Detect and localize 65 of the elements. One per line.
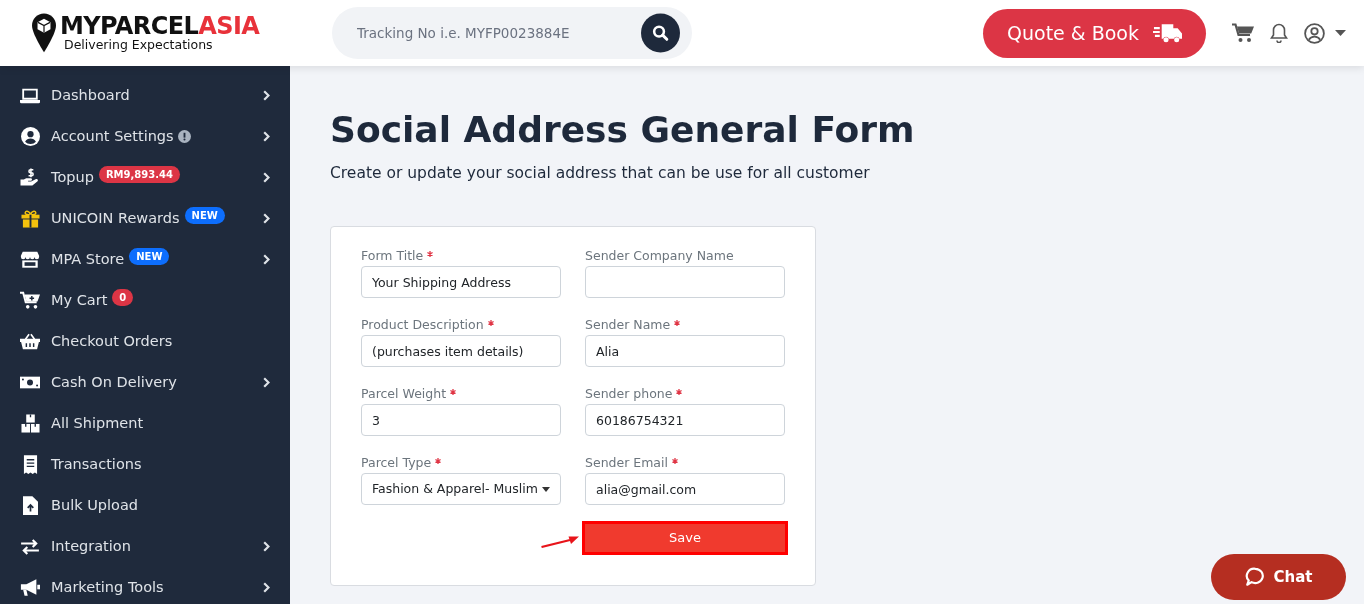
- sidebar-item[interactable]: My Cart 0: [0, 280, 290, 321]
- file-upload-icon: [22, 496, 38, 515]
- caret-icon[interactable]: [1335, 30, 1346, 36]
- megaphone-icon: [20, 578, 40, 597]
- sidebar-item[interactable]: MPA Store NEW: [0, 239, 290, 280]
- dropdown-select[interactable]: Fashion & Apparel- Muslim: [361, 473, 561, 505]
- page-subtitle: Create or update your social address that can be use for all customer: [330, 163, 871, 183]
- item-badge: NEW: [184, 207, 225, 224]
- logo-tagline: Delivering Expectations: [63, 38, 214, 52]
- swap-arrows-icon: [20, 538, 40, 555]
- basket-icon: [20, 333, 40, 350]
- item-badge: RM9,893.44: [98, 166, 180, 183]
- user-circle-icon: [20, 127, 40, 146]
- sidebar-item[interactable]: Bulk Upload: [0, 485, 290, 526]
- text-input[interactable]: (purchases item details): [361, 335, 561, 367]
- page-title: Social Address General Form: [330, 108, 916, 152]
- user-account-icon[interactable]: [1304, 22, 1325, 44]
- field-label: Sender Name: [585, 316, 671, 334]
- item-badge: NEW: [129, 248, 170, 265]
- receipt-icon: [22, 455, 38, 474]
- field-label: Parcel Weight: [361, 385, 447, 403]
- text-input[interactable]: Alia: [585, 335, 785, 367]
- field-label: Sender phone: [585, 385, 673, 403]
- text-input[interactable]: alia@gmail.com: [585, 473, 785, 505]
- banknote-icon: [20, 375, 40, 390]
- field-label: Product Description: [361, 316, 484, 334]
- sidebar-item[interactable]: Integration: [0, 526, 290, 567]
- text-input[interactable]: 3: [361, 404, 561, 436]
- sidebar-item[interactable]: Topup RM9,893.44: [0, 157, 290, 198]
- chat-button[interactable]: Chat: [1211, 554, 1346, 600]
- save-button[interactable]: Save: [582, 521, 788, 555]
- speech-bubble-icon: [1244, 567, 1265, 587]
- pointer-arrow-icon: [541, 534, 579, 548]
- search-icon: [641, 13, 680, 53]
- logo-wordmark: MYPARCELASIA: [60, 14, 260, 38]
- gift-icon: [20, 209, 40, 228]
- field-label: Sender Email: [585, 454, 668, 472]
- text-input[interactable]: 60186754321: [585, 404, 785, 436]
- text-input[interactable]: [585, 266, 785, 298]
- sidebar-item[interactable]: Dashboard: [0, 75, 290, 116]
- map-pin-icon: [32, 13, 56, 53]
- field-label: Sender Company Name: [585, 247, 734, 265]
- cart-plus-icon: [20, 291, 40, 310]
- delivery-truck-icon: [1152, 22, 1182, 44]
- item-badge: 0: [112, 289, 134, 306]
- boxes-icon: [20, 414, 40, 433]
- caret-icon: [542, 486, 550, 492]
- field-label: Parcel Type: [361, 454, 432, 472]
- bell-icon[interactable]: [1270, 23, 1288, 43]
- hand-dollar-icon: [20, 168, 40, 187]
- sidebar-item[interactable]: UNICOIN Rewards NEW: [0, 198, 290, 239]
- sidebar-item[interactable]: Cash On Delivery: [0, 362, 290, 403]
- text-input[interactable]: Your Shipping Address: [361, 266, 561, 298]
- search-button[interactable]: [640, 7, 692, 59]
- sidebar-item[interactable]: Marketing Tools: [0, 567, 290, 604]
- sidebar-item[interactable]: All Shipment: [0, 403, 290, 444]
- field-label: Form Title: [361, 247, 424, 265]
- storefront-icon: [20, 250, 40, 269]
- sidebar-item[interactable]: Account Settings: [0, 116, 290, 157]
- laptop-icon: [20, 86, 40, 105]
- sidebar-item[interactable]: Transactions: [0, 444, 290, 485]
- cart-icon[interactable]: [1232, 23, 1254, 43]
- sidebar-item[interactable]: Checkout Orders: [0, 321, 290, 362]
- quote-book-button[interactable]: Quote & Book: [983, 8, 1206, 58]
- search-field[interactable]: Tracking No i.e. MYFP0023884E: [332, 7, 640, 59]
